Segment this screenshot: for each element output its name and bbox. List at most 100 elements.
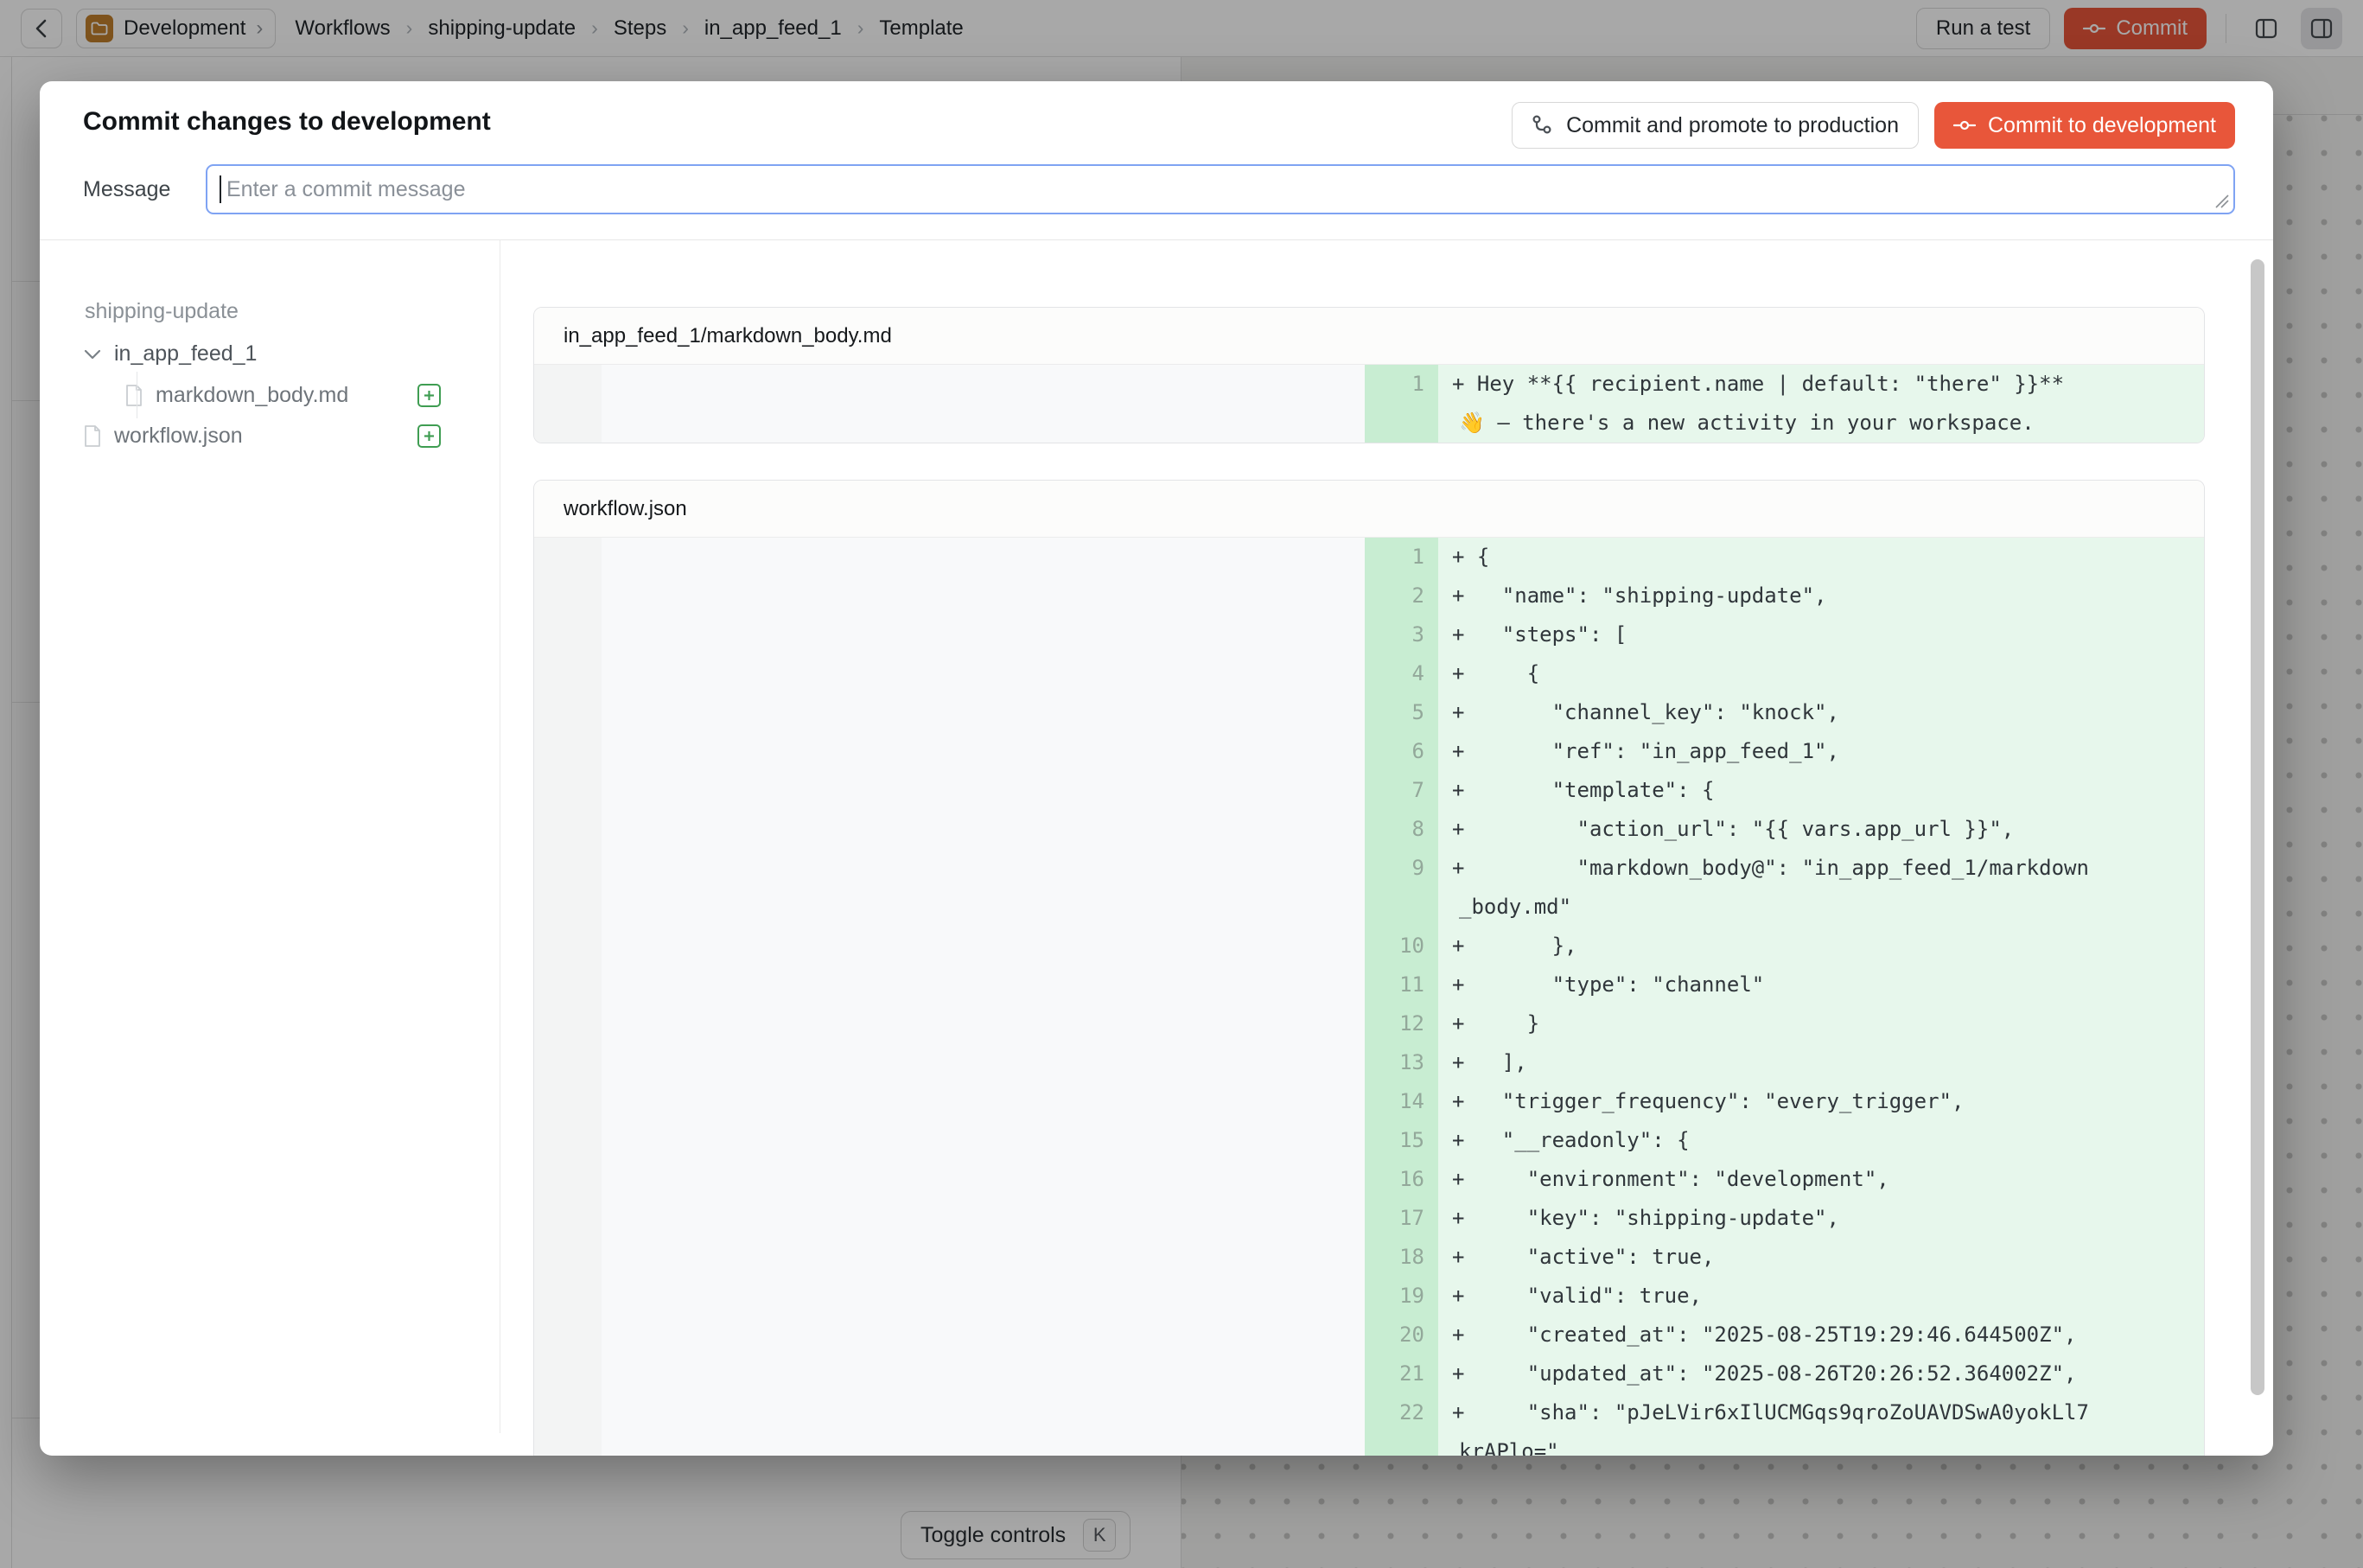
modal-title: Commit changes to development bbox=[83, 107, 491, 137]
diff-old-gutter bbox=[534, 365, 602, 443]
diff-added-icon bbox=[417, 384, 441, 407]
line-content: + "type": "channel" bbox=[1438, 966, 2205, 1004]
line-content: + }, bbox=[1438, 927, 2205, 966]
git-commit-icon bbox=[1953, 118, 1976, 132]
diff-file-title: workflow.json bbox=[534, 481, 2204, 538]
tree-group-step[interactable]: in_app_feed_1 bbox=[83, 333, 489, 375]
line-content: + "__readonly": { bbox=[1438, 1121, 2205, 1160]
diff-card: in_app_feed_1/markdown_body.md1+ Hey **{… bbox=[533, 307, 2205, 443]
line-content: + "valid": true, bbox=[1438, 1277, 2205, 1316]
diff-added-line: 19+ "valid": true, bbox=[1365, 1277, 2205, 1316]
line-content: + "name": "shipping-update", bbox=[1438, 577, 2205, 615]
line-content: + "created_at": "2025-08-25T19:29:46.644… bbox=[1438, 1316, 2205, 1354]
modal-body: shipping-update in_app_feed_1 markdown_b… bbox=[40, 240, 2273, 1456]
line-number: 7 bbox=[1365, 771, 1438, 810]
commit-message-input[interactable] bbox=[206, 164, 2235, 214]
message-input-wrap bbox=[206, 164, 2235, 214]
diff-added-line: 4+ { bbox=[1365, 654, 2205, 693]
diff-added-line: 1+ { bbox=[1365, 538, 2205, 577]
line-number: 11 bbox=[1365, 966, 1438, 1004]
line-number: 19 bbox=[1365, 1277, 1438, 1316]
diff-added-line: 22+ "sha": "pJeLVir6xIlUCMGqs9qroZoUAVDS… bbox=[1365, 1393, 2205, 1456]
line-number: 10 bbox=[1365, 927, 1438, 966]
commit-changes-modal: Commit changes to development Commit and… bbox=[40, 81, 2273, 1456]
line-number: 8 bbox=[1365, 810, 1438, 849]
line-content: + "key": "shipping-update", bbox=[1438, 1199, 2205, 1238]
text-caret bbox=[220, 175, 221, 203]
line-content: + "environment": "development", bbox=[1438, 1160, 2205, 1199]
git-promote-icon bbox=[1532, 114, 1554, 137]
line-number: 22 bbox=[1365, 1393, 1438, 1456]
line-number: 20 bbox=[1365, 1316, 1438, 1354]
diff-added-icon bbox=[417, 424, 441, 448]
diff-added-line: 20+ "created_at": "2025-08-25T19:29:46.6… bbox=[1365, 1316, 2205, 1354]
line-content: + "ref": "in_app_feed_1", bbox=[1438, 732, 2205, 771]
tree-root-workflow: shipping-update bbox=[83, 292, 489, 333]
line-content: + { bbox=[1438, 538, 2205, 577]
tree-file-markdown-body[interactable]: markdown_body.md bbox=[83, 375, 489, 416]
diff-added-line: 2+ "name": "shipping-update", bbox=[1365, 577, 2205, 615]
diff-added-line: 5+ "channel_key": "knock", bbox=[1365, 693, 2205, 732]
diff-card: workflow.json1+ {2+ "name": "shipping-up… bbox=[533, 480, 2205, 1456]
diff-added-line: 9+ "markdown_body@": "in_app_feed_1/mark… bbox=[1365, 849, 2205, 927]
commit-to-development-button[interactable]: Commit to development bbox=[1934, 102, 2235, 149]
line-number: 3 bbox=[1365, 615, 1438, 654]
line-content: + "updated_at": "2025-08-26T20:26:52.364… bbox=[1438, 1354, 2205, 1393]
line-content: + } bbox=[1438, 1004, 2205, 1043]
diff-split-view: 1+ Hey **{{ recipient.name | default: "t… bbox=[534, 365, 2204, 443]
chevron-down-icon bbox=[83, 348, 102, 360]
line-content: + "markdown_body@": "in_app_feed_1/markd… bbox=[1438, 849, 2205, 927]
line-number: 12 bbox=[1365, 1004, 1438, 1043]
diff-panels: in_app_feed_1/markdown_body.md1+ Hey **{… bbox=[533, 240, 2205, 1456]
line-content: + Hey **{{ recipient.name | default: "th… bbox=[1438, 365, 2205, 443]
diff-old-gutter bbox=[534, 538, 602, 1456]
line-number: 2 bbox=[1365, 577, 1438, 615]
diff-split-view: 1+ {2+ "name": "shipping-update",3+ "ste… bbox=[534, 538, 2204, 1456]
diff-added-line: 14+ "trigger_frequency": "every_trigger"… bbox=[1365, 1082, 2205, 1121]
line-number: 16 bbox=[1365, 1160, 1438, 1199]
line-number: 4 bbox=[1365, 654, 1438, 693]
diff-added-line: 7+ "template": { bbox=[1365, 771, 2205, 810]
changed-files-tree: shipping-update in_app_feed_1 markdown_b… bbox=[83, 292, 489, 456]
line-content: + "sha": "pJeLVir6xIlUCMGqs9qroZoUAVDSwA… bbox=[1438, 1393, 2205, 1456]
file-icon bbox=[124, 384, 143, 407]
diff-added-line: 6+ "ref": "in_app_feed_1", bbox=[1365, 732, 2205, 771]
diff-added-line: 13+ ], bbox=[1365, 1043, 2205, 1082]
line-number: 21 bbox=[1365, 1354, 1438, 1393]
line-number: 6 bbox=[1365, 732, 1438, 771]
commit-and-promote-button[interactable]: Commit and promote to production bbox=[1512, 102, 1919, 149]
line-number: 13 bbox=[1365, 1043, 1438, 1082]
line-number: 14 bbox=[1365, 1082, 1438, 1121]
line-content: + "steps": [ bbox=[1438, 615, 2205, 654]
tree-file-workflow-json[interactable]: workflow.json bbox=[83, 416, 489, 456]
diff-added-line: 16+ "environment": "development", bbox=[1365, 1160, 2205, 1199]
diff-added-line: 8+ "action_url": "{{ vars.app_url }}", bbox=[1365, 810, 2205, 849]
diff-added-line: 17+ "key": "shipping-update", bbox=[1365, 1199, 2205, 1238]
line-number: 9 bbox=[1365, 849, 1438, 927]
diff-new-side: 1+ Hey **{{ recipient.name | default: "t… bbox=[1365, 365, 2205, 443]
message-label: Message bbox=[83, 177, 206, 202]
diff-new-side: 1+ {2+ "name": "shipping-update",3+ "ste… bbox=[1365, 538, 2205, 1456]
line-content: + "action_url": "{{ vars.app_url }}", bbox=[1438, 810, 2205, 849]
line-content: + "trigger_frequency": "every_trigger", bbox=[1438, 1082, 2205, 1121]
diff-added-line: 3+ "steps": [ bbox=[1365, 615, 2205, 654]
diff-added-line: 12+ } bbox=[1365, 1004, 2205, 1043]
diff-added-line: 10+ }, bbox=[1365, 927, 2205, 966]
diff-added-line: 18+ "active": true, bbox=[1365, 1238, 2205, 1277]
resize-grip-icon[interactable] bbox=[2213, 192, 2230, 209]
line-content: + ], bbox=[1438, 1043, 2205, 1082]
line-number: 1 bbox=[1365, 365, 1438, 443]
line-number: 1 bbox=[1365, 538, 1438, 577]
line-number: 15 bbox=[1365, 1121, 1438, 1160]
diff-old-side-empty bbox=[534, 538, 1365, 1456]
commit-message-row: Message bbox=[83, 164, 2235, 214]
diff-added-line: 11+ "type": "channel" bbox=[1365, 966, 2205, 1004]
diff-added-line: 21+ "updated_at": "2025-08-26T20:26:52.3… bbox=[1365, 1354, 2205, 1393]
diff-old-side-empty bbox=[534, 365, 1365, 443]
diff-file-title: in_app_feed_1/markdown_body.md bbox=[534, 308, 2204, 365]
line-content: + "channel_key": "knock", bbox=[1438, 693, 2205, 732]
diff-added-line: 1+ Hey **{{ recipient.name | default: "t… bbox=[1365, 365, 2205, 443]
diff-added-line: 15+ "__readonly": { bbox=[1365, 1121, 2205, 1160]
line-number: 5 bbox=[1365, 693, 1438, 732]
modal-scrollbar-thumb[interactable] bbox=[2251, 259, 2264, 1395]
